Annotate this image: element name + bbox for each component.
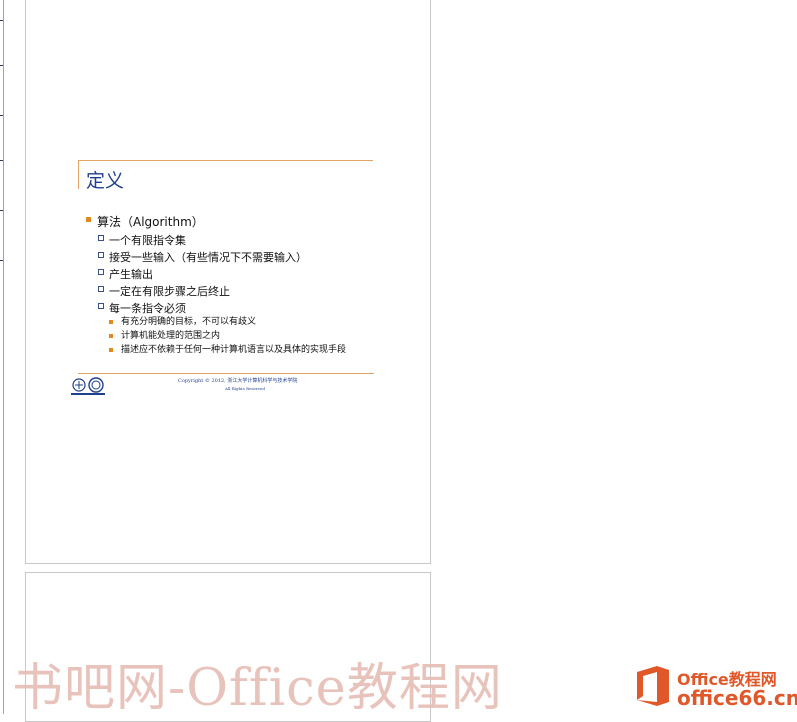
ruler-tick: [0, 260, 3, 261]
ruler-tick: [0, 20, 3, 21]
brand-watermark: Office教程网 office66.cn: [633, 664, 797, 712]
slide-footer-divider: [78, 373, 374, 374]
slide-title: 定义: [86, 170, 125, 192]
ruler-tick: [0, 210, 3, 211]
hollow-square-bullet-icon: [98, 235, 104, 241]
hollow-square-bullet-icon: [98, 286, 104, 292]
square-bullet-icon: [109, 320, 113, 324]
hollow-square-bullet-icon: [98, 252, 104, 258]
slide-copyright: Copyright © 2012, 浙江大学计算机科学与技术学院: [178, 378, 298, 384]
university-logo-icon: [71, 377, 105, 395]
square-bullet-icon: [109, 348, 113, 352]
square-bullet-icon: [86, 217, 91, 222]
hollow-square-bullet-icon: [98, 303, 104, 309]
watermark-text: 书吧网-Office教程网: [12, 659, 503, 718]
square-bullet-icon: [109, 334, 113, 338]
office-logo-icon: [637, 666, 669, 706]
brand-url: office66.cn: [677, 686, 797, 710]
hollow-square-bullet-icon: [98, 269, 104, 275]
ruler-tick: [0, 65, 3, 66]
slide-copyright-sub: All Rights Reserved: [225, 386, 265, 391]
vertical-ruler: [0, 0, 4, 714]
ruler-tick: [0, 115, 3, 116]
slide-image: 定义 算法（Algorithm） 一个有限指令集 接受一些输入（有些情况下不需要…: [78, 160, 374, 400]
ruler-tick: [0, 160, 3, 161]
